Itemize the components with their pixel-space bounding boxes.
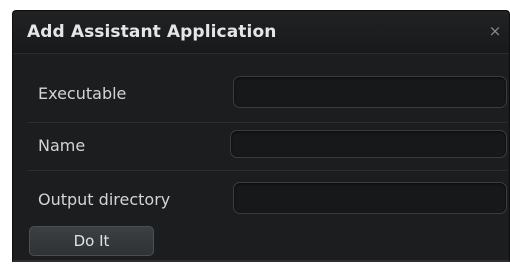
dialog-title: Add Assistant Application: [27, 22, 277, 42]
row-divider: [27, 170, 507, 171]
name-field[interactable]: [230, 130, 507, 158]
dialog-titlebar: Add Assistant Application ×: [13, 11, 509, 54]
row-divider: [27, 122, 507, 123]
executable-label: Executable: [38, 84, 127, 103]
do-it-button[interactable]: Do It: [29, 226, 154, 256]
name-input[interactable]: [231, 131, 506, 157]
executable-field[interactable]: [233, 76, 507, 108]
close-icon[interactable]: ×: [487, 23, 503, 39]
output-directory-label: Output directory: [38, 190, 171, 209]
add-assistant-application-dialog: Add Assistant Application × Executable N…: [12, 10, 510, 262]
executable-input[interactable]: [234, 77, 506, 107]
output-directory-input[interactable]: [234, 183, 506, 213]
output-directory-field[interactable]: [233, 182, 507, 214]
name-label: Name: [38, 136, 86, 155]
